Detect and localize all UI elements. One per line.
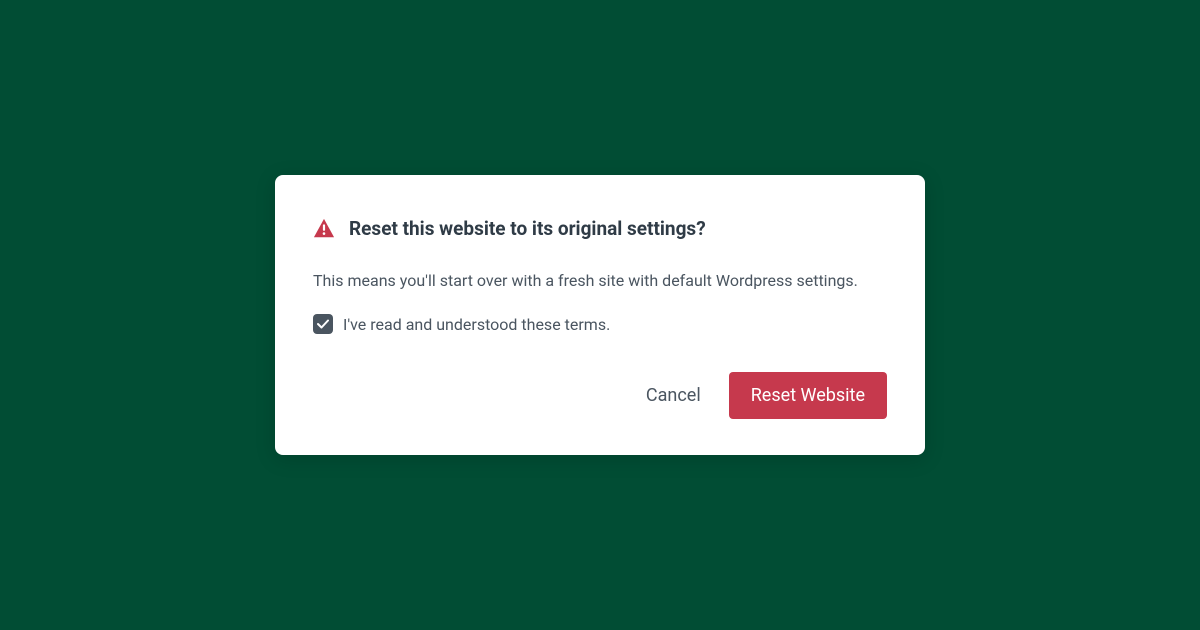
terms-checkbox-label[interactable]: I've read and understood these terms. [343,315,610,334]
confirmation-dialog: Reset this website to its original setti… [275,175,925,455]
dialog-body: This means you'll start over with a fres… [313,270,887,334]
dialog-title: Reset this website to its original setti… [349,217,706,240]
dialog-description: This means you'll start over with a fres… [313,270,887,292]
reset-website-button[interactable]: Reset Website [729,372,887,419]
checkmark-icon [317,319,329,329]
terms-checkbox-row: I've read and understood these terms. [313,314,887,334]
dialog-header: Reset this website to its original setti… [313,217,887,240]
terms-checkbox[interactable] [313,314,333,334]
warning-triangle-icon [313,218,335,238]
cancel-button[interactable]: Cancel [642,373,705,418]
dialog-footer: Cancel Reset Website [313,372,887,419]
